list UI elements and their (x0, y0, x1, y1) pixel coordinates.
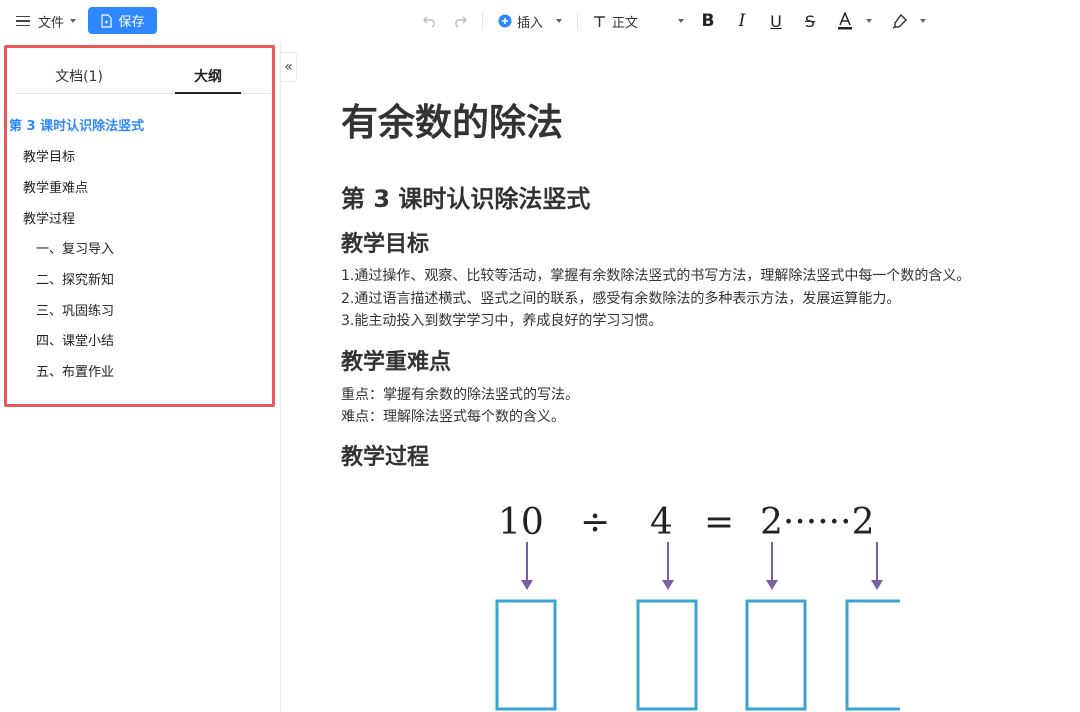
chevron-down-icon (678, 19, 684, 23)
lesson-heading[interactable]: 第 3 课时认识除法竖式 (341, 179, 590, 214)
strikethrough-icon: S (804, 11, 816, 31)
key-point-line[interactable]: 重点：掌握有余数的除法竖式的写法。 (341, 384, 579, 404)
menu-icon (16, 15, 30, 27)
sidebar-tabs: 文档(1) 大纲 (15, 58, 272, 94)
highlighter-icon (892, 14, 907, 29)
outline-panel: 文档(1) 大纲 第 3 课时认识除法竖式 教学目标 教学重难点 教学过程 一、… (4, 45, 275, 407)
outline-item-homework[interactable]: 五、布置作业 (36, 361, 114, 380)
tab-outline[interactable]: 大纲 (175, 58, 241, 94)
italic-icon: I (738, 11, 746, 31)
underline-button[interactable]: U (765, 10, 787, 32)
objective-line[interactable]: 2.通过语言描述横式、竖式之间的联系，感受有余数除法的多种表示方法，发展运算能力… (341, 288, 900, 308)
font-color-dropdown[interactable] (860, 0, 872, 42)
file-menu-label: 文件 (38, 15, 65, 31)
outline-item-objectives[interactable]: 教学目标 (23, 146, 75, 165)
paragraph-style-label: 正文 (612, 15, 639, 31)
font-color-icon (838, 12, 852, 30)
outline-item-review[interactable]: 一、复习导入 (36, 238, 114, 257)
outline-item-key-points[interactable]: 教学重难点 (23, 177, 88, 196)
plus-circle-icon (498, 14, 512, 28)
save-button[interactable]: 保存 (88, 7, 157, 34)
strikethrough-button[interactable]: S (799, 10, 821, 32)
outline-item-practice[interactable]: 三、巩固练习 (36, 300, 114, 319)
chevron-down-icon (556, 19, 562, 23)
font-color-button[interactable] (834, 10, 856, 32)
undo-button[interactable] (419, 10, 441, 32)
file-menu-button[interactable]: 文件 (16, 0, 77, 42)
paragraph-style-dropdown[interactable] (672, 0, 684, 42)
document-title[interactable]: 有余数的除法 (341, 92, 563, 146)
process-heading[interactable]: 教学过程 (341, 439, 429, 471)
insert-dropdown[interactable] (550, 0, 562, 42)
toolbar-divider (577, 12, 578, 30)
bold-button[interactable]: B (697, 10, 719, 32)
answer-box (745, 599, 807, 711)
document-icon (101, 13, 113, 28)
key-point-line[interactable]: 难点：理解除法竖式每个数的含义。 (341, 406, 565, 426)
objectives-heading[interactable]: 教学目标 (341, 226, 429, 258)
undo-icon (423, 16, 435, 28)
answer-box (495, 599, 557, 711)
highlight-dropdown[interactable] (914, 0, 926, 42)
answer-box (636, 599, 698, 711)
tab-documents[interactable]: 文档(1) (15, 58, 143, 94)
key-points-heading[interactable]: 教学重难点 (341, 344, 451, 376)
equals-sign-text: = (704, 502, 734, 543)
underline-icon: U (770, 11, 782, 31)
objective-line[interactable]: 3.能主动投入到数学学习中，养成良好的学习习惯。 (341, 310, 662, 330)
insert-button[interactable]: 插入 (498, 0, 543, 42)
redo-icon (455, 16, 467, 28)
chevron-down-icon (920, 19, 926, 23)
collapse-sidebar-button[interactable]: « (280, 52, 297, 82)
chevron-down-icon (866, 19, 872, 23)
sidebar: 文档(1) 大纲 第 3 课时认识除法竖式 教学目标 教学重难点 教学过程 一、… (0, 42, 281, 712)
outline-item-explore[interactable]: 二、探究新知 (36, 269, 114, 288)
redo-button[interactable] (449, 10, 471, 32)
division-diagram-graphic: 10 ÷ 4 = 2······2 (495, 502, 907, 711)
text-style-icon (594, 15, 605, 27)
outline-item-process[interactable]: 教学过程 (23, 208, 75, 227)
answer-box (845, 599, 907, 711)
divisor-text: 4 (650, 502, 673, 543)
double-chevron-left-icon: « (284, 59, 293, 75)
outline-item-summary[interactable]: 四、课堂小结 (36, 330, 114, 349)
objective-line[interactable]: 1.通过操作、观察、比较等活动，掌握有余数除法竖式的书写方法，理解除法竖式中每一… (341, 265, 970, 285)
highlight-button[interactable] (889, 10, 911, 32)
chevron-down-icon (70, 19, 77, 23)
bold-icon: B (701, 11, 715, 31)
active-tab-indicator (175, 92, 241, 94)
toolbar: 文件 保存 插入 正文 B I U S (0, 0, 1080, 42)
outline-item-lesson[interactable]: 第 3 课时认识除法竖式 (9, 115, 144, 134)
paragraph-style-select[interactable]: 正文 (593, 0, 638, 42)
save-button-label: 保存 (118, 15, 145, 30)
dividend-text: 10 (498, 502, 544, 543)
italic-button[interactable]: I (731, 10, 753, 32)
toolbar-divider (482, 12, 483, 30)
insert-label: 插入 (517, 15, 544, 31)
division-diagram[interactable]: 10 ÷ 4 = 2······2 (490, 490, 907, 712)
quotient-remainder-text: 2······2 (760, 502, 874, 543)
divide-sign-text: ÷ (580, 502, 610, 543)
